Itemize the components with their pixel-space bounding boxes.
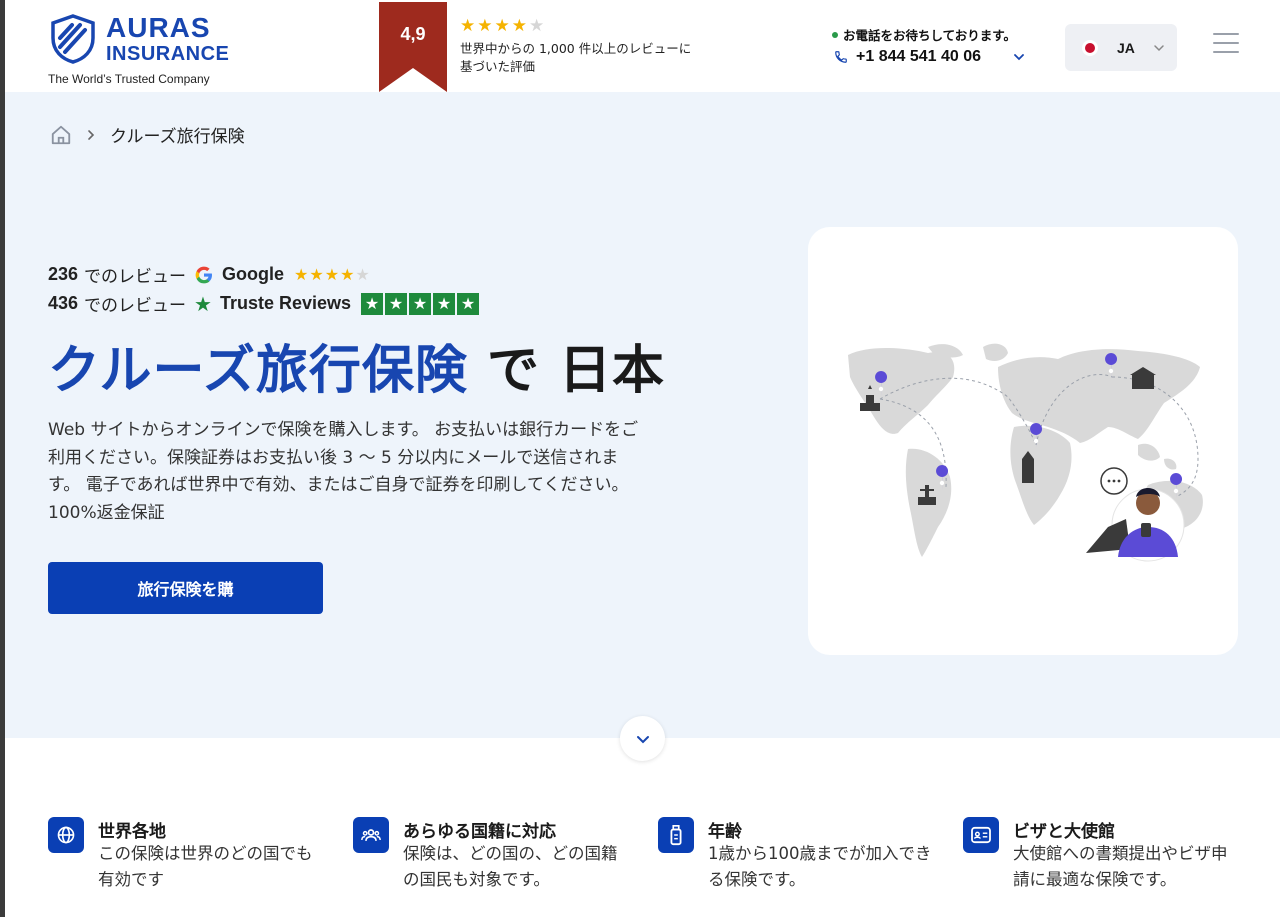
star-icon: ★ xyxy=(355,264,370,284)
home-icon[interactable] xyxy=(50,124,72,146)
japan-flag-icon xyxy=(1085,42,1095,53)
feature-title: ビザと大使館 xyxy=(1013,822,1115,842)
chevron-down-icon xyxy=(1154,44,1164,51)
rating-stars: ★ ★ ★ ★ ★ xyxy=(460,18,544,35)
star-icon: ★ xyxy=(477,16,493,36)
age-icon xyxy=(658,817,694,853)
phone-link[interactable]: +1 844 541 40 06 xyxy=(834,48,981,66)
phone-icon xyxy=(835,51,847,63)
brand-name: AURAS INSURANCE xyxy=(106,12,230,65)
hamburger-menu-icon[interactable] xyxy=(1213,33,1239,53)
title-highlight: クルーズ旅行保険 xyxy=(48,341,468,401)
trust-review-count: 436 xyxy=(48,293,79,313)
trust-star-icon: ★ xyxy=(433,292,456,315)
trust-review-label: でのレビュー xyxy=(84,296,187,316)
trust-star-icon: ★ xyxy=(361,292,384,315)
trust-star-icon: ★ xyxy=(457,292,480,315)
google-review-label: でのレビュー xyxy=(84,267,187,287)
breadcrumb-current: クルーズ旅行保険 xyxy=(110,127,245,147)
trust-reviews[interactable]: 436 でのレビュー ★ Truste Reviews ★ ★ ★ ★ ★ xyxy=(48,291,480,316)
star-icon: ★ xyxy=(309,264,324,284)
trust-star-icon: ★ xyxy=(194,291,212,316)
call-label-text: お電話をお待ちしております。 xyxy=(843,28,1017,43)
feature-description: 1歳から100歳までが加入できる保険です。 xyxy=(708,844,932,889)
scroll-down-button[interactable] xyxy=(620,716,665,761)
star-icon: ★ xyxy=(511,16,527,36)
language-code: JA xyxy=(1117,39,1135,56)
language-selector[interactable]: JA xyxy=(1065,24,1177,71)
rating-description: 世界中からの 1,000 件以上のレビューに基づいた評価 xyxy=(460,41,692,74)
title-rest: で 日本 xyxy=(486,341,666,401)
world-map-illustration xyxy=(808,227,1238,655)
google-brand: Google xyxy=(222,264,285,284)
feature-title: 年齢 xyxy=(708,822,742,842)
rating-ribbon xyxy=(379,2,447,92)
rating-value: 4,9 xyxy=(400,24,426,44)
chevron-down-icon xyxy=(636,735,649,743)
star-icon: ★ xyxy=(340,264,355,284)
star-icon: ★ xyxy=(324,264,340,284)
trust-stars: ★ ★ ★ ★ ★ xyxy=(361,292,480,315)
call-availability: お電話をお待ちしております。 xyxy=(832,25,1016,44)
google-review-count: 236 xyxy=(48,264,79,284)
page-title: クルーズ旅行保険 で 日本 xyxy=(48,340,665,402)
star-icon: ★ xyxy=(494,16,510,36)
phone-number: +1 844 541 40 06 xyxy=(856,48,982,65)
feature-description: 大使館への書類提出やビザ申請に最適な保険です。 xyxy=(1013,844,1228,889)
trust-brand: Truste Reviews xyxy=(219,293,352,313)
feature-description: この保険は世界のどの国でも有効です xyxy=(98,844,313,889)
phone-dropdown-chevron-icon[interactable] xyxy=(1012,50,1026,64)
id-card-icon xyxy=(963,817,999,853)
online-status-dot xyxy=(832,31,838,38)
trust-star-icon: ★ xyxy=(385,292,408,315)
globe-icon xyxy=(48,817,84,853)
feature-title: 世界各地 xyxy=(98,822,166,842)
brand-logo[interactable]: AURAS INSURANCE xyxy=(50,14,229,64)
feature-title: あらゆる国籍に対応 xyxy=(403,822,556,842)
star-icon: ★ xyxy=(529,16,545,36)
breadcrumb: クルーズ旅行保険 xyxy=(50,122,245,147)
world-map-icon xyxy=(848,343,1203,562)
google-stars: ★ ★ ★ ★ ★ xyxy=(294,264,370,284)
star-icon: ★ xyxy=(460,16,476,36)
trust-star-icon: ★ xyxy=(409,292,432,315)
hero-description: Web サイトからオンラインで保険を購入します。 お支払いは銀行カードをご利用く… xyxy=(48,420,639,523)
feature-description: 保険は、どの国の、どの国籍の国民も対象です。 xyxy=(403,844,618,889)
google-icon xyxy=(195,266,213,283)
star-icon: ★ xyxy=(294,264,309,284)
google-reviews[interactable]: 236 でのレビュー Google ★ ★ ★ ★ ★ xyxy=(48,262,370,287)
chevron-right-icon xyxy=(88,129,95,140)
brand-tagline: The World’s Trusted Company xyxy=(48,72,210,86)
buy-insurance-button[interactable]: 旅行保険を購 xyxy=(48,562,323,614)
shield-logo-icon xyxy=(51,14,95,64)
people-icon xyxy=(353,817,389,853)
